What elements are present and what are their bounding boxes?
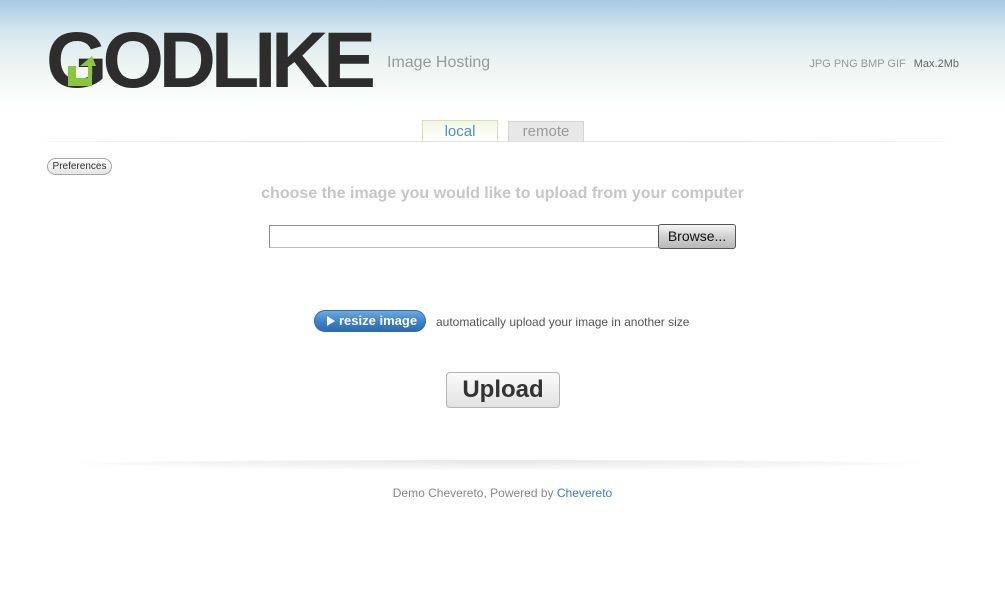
allowed-formats: JPG PNG BMP GIF Max.2Mb	[809, 58, 959, 70]
preferences-button[interactable]: Preferences	[47, 158, 112, 175]
site-tagline: Image Hosting	[387, 54, 491, 71]
logo-arrow-icon	[68, 56, 96, 86]
tab-remote[interactable]: remote	[508, 121, 584, 141]
play-arrow-icon	[327, 316, 335, 326]
footer-text: Demo Chevereto, Powered by	[392, 486, 557, 500]
resize-image-button[interactable]: resize image	[314, 310, 426, 332]
footer-divider	[46, 460, 950, 470]
logo-g-letter: G	[46, 15, 107, 104]
logo-text: ODLIKE	[102, 15, 375, 104]
site-logo[interactable]: G ODLIKE	[46, 15, 376, 104]
file-path-input[interactable]	[269, 225, 659, 248]
browse-button[interactable]: Browse...	[658, 224, 736, 249]
resize-image-label: resize image	[339, 313, 418, 328]
resize-description: automatically upload your image in anoth…	[436, 315, 690, 329]
tab-local[interactable]: local	[422, 120, 498, 141]
chevereto-link[interactable]: Chevereto	[557, 486, 612, 500]
upload-button[interactable]: Upload	[446, 372, 560, 408]
footer: Demo Chevereto, Powered by Chevereto	[0, 486, 1005, 500]
formats-list: JPG PNG BMP GIF	[809, 58, 906, 70]
tabs-divider	[46, 141, 946, 142]
upload-instruction: choose the image you would like to uploa…	[261, 185, 744, 202]
max-size: Max.2Mb	[913, 58, 959, 70]
